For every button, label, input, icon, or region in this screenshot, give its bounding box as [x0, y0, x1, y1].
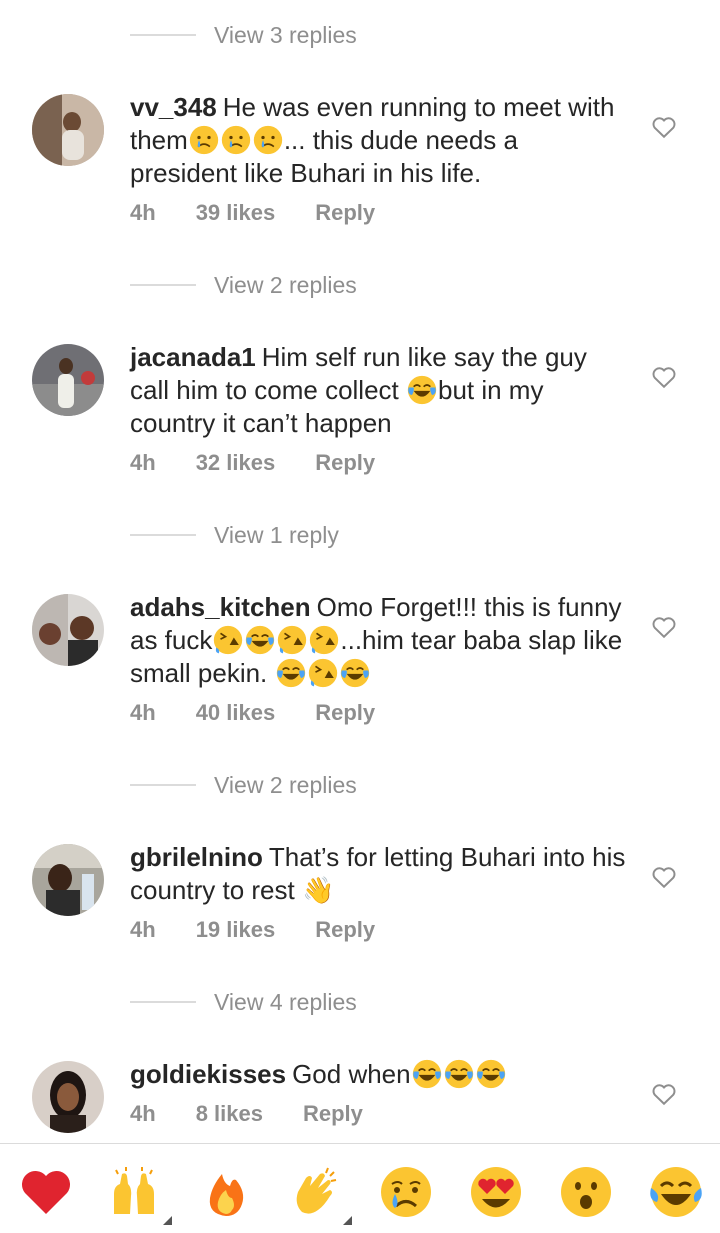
tears-of-joy-icon — [411, 1059, 442, 1089]
view-replies-link[interactable]: View 1 reply — [130, 515, 339, 555]
view-replies-label: View 2 replies — [214, 771, 357, 798]
rofl-icon — [307, 658, 338, 688]
crying-face-icon — [252, 125, 283, 155]
comment-likes[interactable]: 32 likes — [196, 450, 276, 476]
crying-face-icon — [188, 125, 219, 155]
comment-text: adahs_kitchen Omo Forget!!! this is funny… — [130, 592, 623, 688]
heart-icon[interactable] — [651, 615, 677, 639]
heart-icon[interactable] — [651, 365, 677, 389]
comment-username[interactable]: gbrilelnino — [130, 842, 263, 872]
view-replies-label: View 2 replies — [214, 271, 357, 298]
fire-icon[interactable] — [198, 1164, 254, 1220]
reply-button[interactable]: Reply — [303, 1101, 363, 1127]
red-heart-icon[interactable] — [18, 1164, 74, 1220]
reply-button[interactable]: Reply — [315, 917, 375, 943]
view-replies-label: View 3 replies — [214, 21, 357, 48]
clapping-hands-icon[interactable] — [288, 1164, 344, 1220]
tears-of-joy-icon — [406, 375, 437, 405]
rofl-icon — [277, 625, 308, 655]
tears-of-joy-icon[interactable] — [648, 1164, 704, 1220]
comment-text: goldiekisses God when — [130, 1058, 630, 1091]
heart-icon[interactable] — [651, 115, 677, 139]
heart-icon[interactable] — [651, 1082, 677, 1106]
comment-text: jacanada1 Him self run like say the guy c… — [130, 342, 587, 438]
comment-likes[interactable]: 39 likes — [196, 200, 276, 226]
tears-of-joy-icon — [275, 658, 306, 688]
crying-face-icon — [220, 125, 251, 155]
waving-hand-icon: 👋 — [301, 875, 335, 905]
view-replies-link[interactable]: View 3 replies — [130, 15, 357, 55]
divider-line — [130, 784, 196, 786]
crying-face-icon[interactable] — [378, 1164, 434, 1220]
comment-time: 4h — [130, 450, 156, 475]
comment-time: 4h — [130, 1101, 156, 1126]
comment-username[interactable]: goldiekisses — [130, 1059, 286, 1089]
comment-username[interactable]: vv_348 — [130, 92, 217, 122]
rofl-icon — [309, 625, 340, 655]
reply-button[interactable]: Reply — [315, 200, 375, 226]
heart-eyes-icon[interactable] — [468, 1164, 524, 1220]
view-replies-label: View 1 reply — [214, 521, 339, 548]
comment-likes[interactable]: 8 likes — [196, 1101, 263, 1127]
comment-username[interactable]: jacanada1 — [130, 342, 256, 372]
more-indicator — [343, 1216, 352, 1225]
tears-of-joy-icon — [475, 1059, 506, 1089]
avatar[interactable] — [32, 1061, 104, 1133]
comment-text: gbrilelnino That’s for letting Buhari int… — [130, 842, 626, 905]
avatar[interactable] — [32, 94, 104, 166]
raising-hands-icon[interactable] — [106, 1164, 162, 1220]
emoji-reaction-bar — [0, 1144, 720, 1233]
avatar[interactable] — [32, 844, 104, 916]
avatar[interactable] — [32, 594, 104, 666]
view-replies-link[interactable]: View 2 replies — [130, 765, 357, 805]
surprised-face-icon[interactable] — [558, 1164, 614, 1220]
reply-button[interactable]: Reply — [315, 450, 375, 476]
tears-of-joy-icon — [339, 658, 370, 688]
heart-icon[interactable] — [651, 865, 677, 889]
tears-of-joy-icon — [443, 1059, 474, 1089]
comment-likes[interactable]: 40 likes — [196, 700, 276, 726]
divider-line — [130, 34, 196, 36]
divider-line — [130, 284, 196, 286]
divider-line — [130, 534, 196, 536]
comment-text: vv_348 He was even running to meet with t… — [130, 92, 615, 188]
divider-line — [130, 1001, 196, 1003]
view-replies-link[interactable]: View 2 replies — [130, 265, 357, 305]
tears-of-joy-icon — [245, 625, 276, 655]
avatar[interactable] — [32, 344, 104, 416]
rofl-icon — [213, 625, 244, 655]
view-replies-label: View 4 replies — [214, 988, 357, 1015]
comment-likes[interactable]: 19 likes — [196, 917, 276, 943]
comment-time: 4h — [130, 200, 156, 225]
comment-time: 4h — [130, 917, 156, 942]
comment-username[interactable]: adahs_kitchen — [130, 592, 311, 622]
reply-button[interactable]: Reply — [315, 700, 375, 726]
more-indicator — [163, 1216, 172, 1225]
view-replies-link[interactable]: View 4 replies — [130, 982, 357, 1022]
comment-time: 4h — [130, 700, 156, 725]
